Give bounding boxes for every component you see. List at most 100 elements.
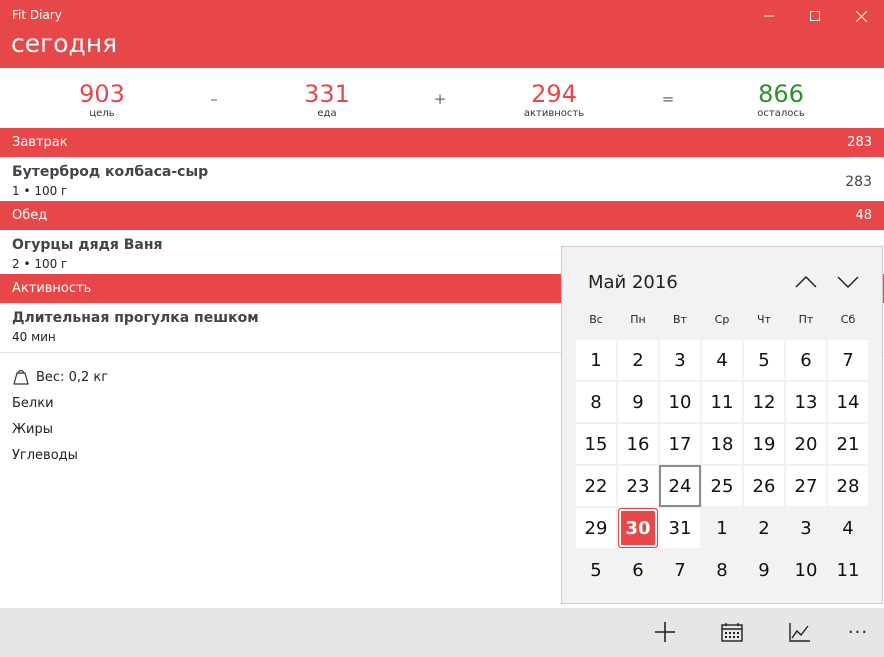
fats-label: Жиры — [12, 421, 53, 437]
minimize-button[interactable] — [746, 0, 792, 32]
section-lunch[interactable]: Обед 48 — [0, 201, 884, 230]
calendar-day[interactable]: 5 — [575, 549, 617, 591]
calendar-day[interactable]: 6 — [617, 549, 659, 591]
calendar-day[interactable]: 15 — [575, 423, 617, 465]
more-button[interactable]: ··· — [838, 616, 878, 648]
calendar-day[interactable]: 11 — [701, 381, 743, 423]
calendar-day[interactable]: 16 — [617, 423, 659, 465]
calendar-button[interactable] — [712, 616, 752, 648]
maximize-button[interactable] — [792, 0, 838, 32]
equals-operator: = — [661, 90, 675, 108]
entry-calories: 283 — [845, 174, 872, 190]
activity-value: 294 — [531, 80, 577, 108]
calendar-day[interactable]: 23 — [617, 465, 659, 507]
summary-food: 331 еда — [267, 80, 387, 120]
weekday-label: Пн — [630, 313, 646, 326]
calendar-day[interactable]: 26 — [743, 465, 785, 507]
carbs-label: Углеводы — [12, 447, 78, 463]
calendar-day[interactable]: 9 — [743, 549, 785, 591]
calendar-day[interactable]: 12 — [743, 381, 785, 423]
calendar-day[interactable]: 19 — [743, 423, 785, 465]
calendar-day[interactable]: 29 — [575, 507, 617, 549]
calendar-day[interactable]: 13 — [785, 381, 827, 423]
plus-operator: + — [433, 90, 447, 108]
calendar-day[interactable]: 18 — [701, 423, 743, 465]
calendar-day[interactable]: 1 — [575, 339, 617, 381]
calendar-day[interactable]: 9 — [617, 381, 659, 423]
calendar-grid: 1 2 3 4 5 6 7 8 9 10 11 12 13 14 15 16 17 18 19 20 21 22 23 24 2… — [575, 339, 871, 591]
previous-month-button[interactable] — [786, 267, 826, 297]
weight-icon — [12, 368, 30, 386]
calendar-day[interactable]: 10 — [659, 381, 701, 423]
chevron-down-icon — [837, 276, 859, 288]
calendar-flyout: Май 2016 1 2 3 4 5 6 7 8 9 10 11 12 13 14 15 16 17 18 19 20… — [561, 246, 883, 604]
calendar-day[interactable]: 27 — [785, 465, 827, 507]
add-icon — [655, 622, 675, 642]
weekday-label: Чт — [757, 313, 771, 326]
calendar-day-today[interactable]: 30 — [617, 507, 659, 549]
entry-name: Бутерброд колбаса-сыр — [12, 164, 209, 180]
goal-label: цель — [89, 108, 115, 119]
minimize-icon — [764, 15, 774, 17]
calendar-day[interactable]: 20 — [785, 423, 827, 465]
title-bar: Fit Diary сегодня — [0, 0, 884, 68]
add-button[interactable] — [645, 616, 685, 648]
calendar-day[interactable]: 8 — [701, 549, 743, 591]
chart-button[interactable] — [780, 616, 820, 648]
calendar-day[interactable]: 21 — [827, 423, 869, 465]
calendar-day[interactable]: 2 — [743, 507, 785, 549]
close-icon — [855, 10, 867, 22]
calendar-day-selected[interactable]: 24 — [659, 465, 701, 507]
section-name: Обед — [12, 208, 48, 223]
calendar-day[interactable]: 17 — [659, 423, 701, 465]
command-bar: ··· — [0, 608, 884, 657]
close-button[interactable] — [838, 0, 884, 32]
today-marker: 30 — [621, 511, 655, 545]
weekday-label: Пт — [798, 313, 814, 326]
food-value: 331 — [304, 80, 350, 108]
minus-operator: – — [210, 90, 218, 108]
next-month-button[interactable] — [828, 267, 868, 297]
calendar-day[interactable]: 22 — [575, 465, 617, 507]
calendar-day[interactable]: 1 — [701, 507, 743, 549]
calendar-month-label[interactable]: Май 2016 — [588, 272, 678, 293]
calendar-day[interactable]: 14 — [827, 381, 869, 423]
entry-portion: 1 • 100 г — [12, 184, 68, 198]
calendar-day[interactable]: 10 — [785, 549, 827, 591]
entry-portion: 2 • 100 г — [12, 257, 68, 271]
calorie-summary: 903 цель – 331 еда + 294 активность = 86… — [0, 68, 884, 128]
maximize-icon — [810, 11, 820, 21]
section-total: 283 — [847, 135, 872, 150]
summary-remaining: 866 осталось — [721, 80, 841, 120]
calendar-day[interactable]: 11 — [827, 549, 869, 591]
remaining-value: 866 — [758, 80, 804, 108]
weekday-label: Вт — [673, 313, 687, 326]
section-total: 48 — [855, 208, 872, 223]
calendar-day[interactable]: 31 — [659, 507, 701, 549]
calendar-day[interactable]: 28 — [827, 465, 869, 507]
remaining-label: осталось — [757, 108, 805, 119]
list-item[interactable]: Бутерброд колбаса-сыр 1 • 100 г 283 — [0, 157, 884, 201]
calendar-day[interactable]: 7 — [827, 339, 869, 381]
calendar-day[interactable]: 25 — [701, 465, 743, 507]
goal-value: 903 — [79, 80, 125, 108]
entry-name: Длительная прогулка пешком — [12, 310, 259, 326]
calendar-day[interactable]: 8 — [575, 381, 617, 423]
calendar-day[interactable]: 6 — [785, 339, 827, 381]
proteins-label: Белки — [12, 395, 54, 411]
calendar-day[interactable]: 2 — [617, 339, 659, 381]
summary-goal: 903 цель — [42, 80, 162, 120]
calendar-day[interactable]: 3 — [659, 339, 701, 381]
weight-label: Вес: 0,2 кг — [36, 369, 109, 385]
calendar-day[interactable]: 3 — [785, 507, 827, 549]
calendar-day[interactable]: 5 — [743, 339, 785, 381]
calendar-day[interactable]: 7 — [659, 549, 701, 591]
summary-activity: 294 активность — [494, 80, 614, 120]
section-name: Активность — [12, 281, 92, 296]
activity-label: активность — [523, 108, 585, 119]
chevron-up-icon — [795, 276, 817, 288]
calendar-day[interactable]: 4 — [827, 507, 869, 549]
calendar-day[interactable]: 4 — [701, 339, 743, 381]
food-label: еда — [317, 108, 337, 119]
section-breakfast[interactable]: Завтрак 283 — [0, 128, 884, 157]
